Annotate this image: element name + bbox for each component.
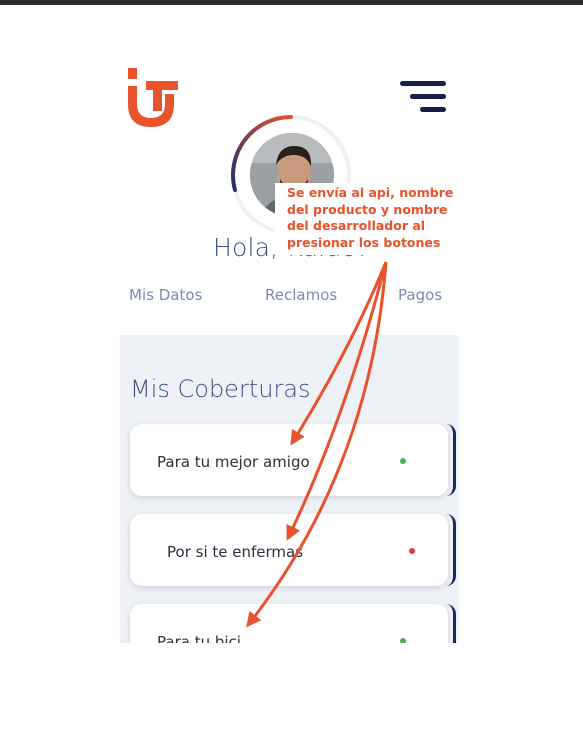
annotation-arrows — [246, 261, 388, 628]
arrow-to-card-3 — [246, 261, 388, 628]
arrow-to-card-2 — [286, 261, 388, 541]
